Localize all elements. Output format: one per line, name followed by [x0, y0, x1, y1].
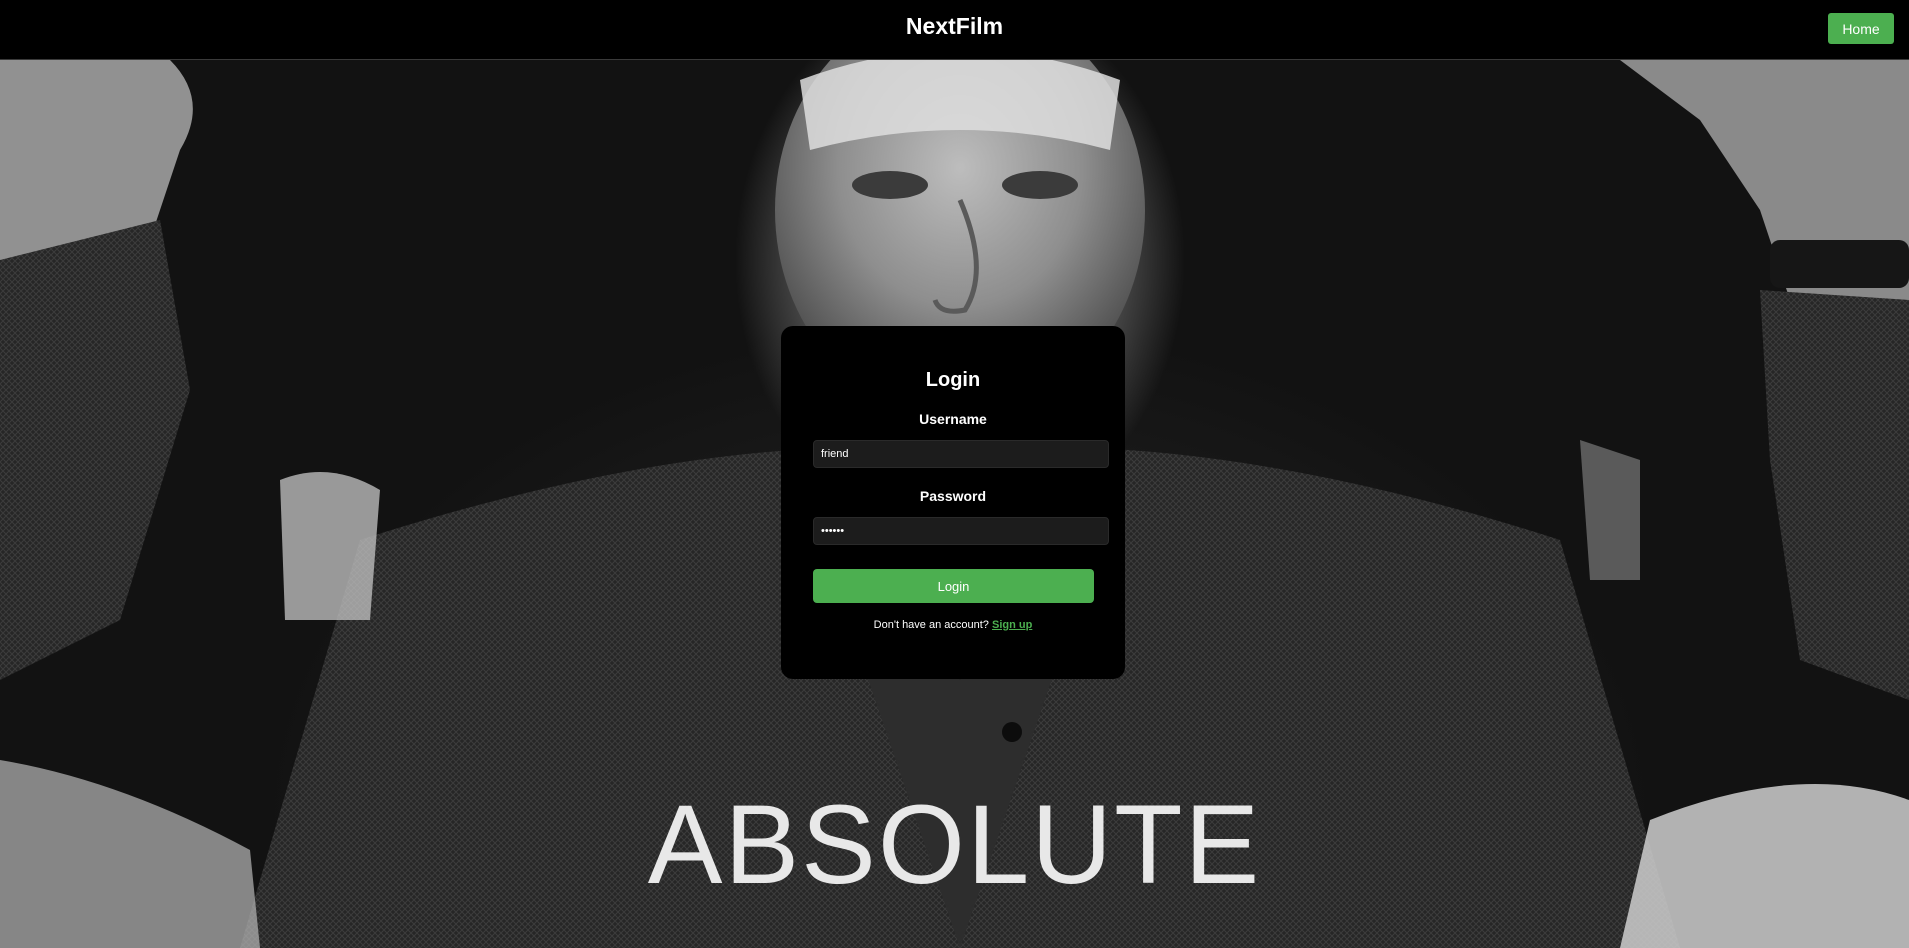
signup-prompt-text: Don't have an account? — [873, 619, 989, 631]
login-card: Login Username Password Login Don't have… — [781, 326, 1125, 679]
brand-title: NextFilm — [905, 13, 1004, 39]
signup-link[interactable]: Sign up — [992, 619, 1032, 631]
hero-headline: ABSOLUTE — [647, 782, 1262, 907]
top-navbar: NextFilm Home — [0, 0, 1909, 60]
password-label: Password — [919, 488, 987, 504]
username-input[interactable] — [813, 440, 1109, 468]
signup-prompt-row: Don't have an account? Sign up — [781, 619, 1125, 631]
login-submit-button[interactable]: Login — [813, 569, 1094, 603]
home-button[interactable]: Home — [1828, 13, 1894, 44]
login-title: Login — [925, 369, 981, 391]
username-label: Username — [919, 411, 987, 427]
password-input[interactable] — [813, 517, 1109, 545]
